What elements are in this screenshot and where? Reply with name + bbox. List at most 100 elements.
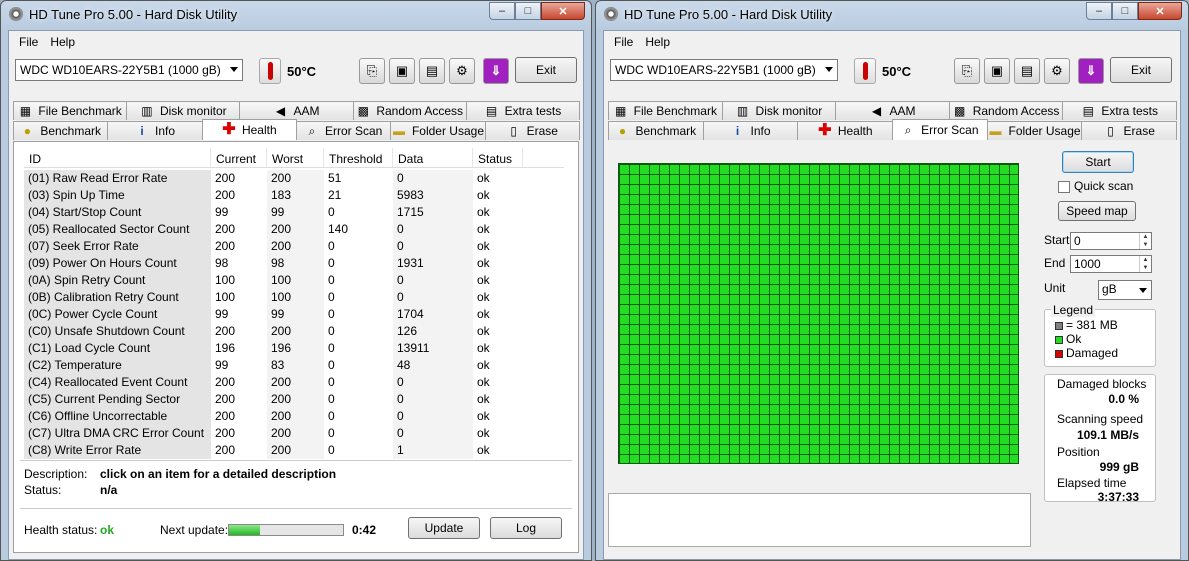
close-button[interactable]: ✕	[541, 2, 585, 20]
table-row[interactable]: (C6) Offline Uncorrectable 200 200 0 0 ok	[24, 408, 564, 425]
end-field-value: 1000	[1074, 257, 1101, 271]
tab-info[interactable]: i Info	[107, 121, 203, 140]
end-field[interactable]: 1000 ▲ ▼	[1070, 255, 1152, 273]
table-row[interactable]: (07) Seek Error Rate 200 200 0 0 ok	[24, 238, 564, 255]
tab-label: Error Scan	[324, 124, 383, 138]
title-bar[interactable]: HD Tune Pro 5.00 - Hard Disk Utility – □…	[1, 1, 591, 29]
table-row[interactable]: (05) Reallocated Sector Count 200 200 140 0 o…	[24, 221, 564, 238]
table-row[interactable]: (0C) Power Cycle Count 99 99 0 1704 ok	[24, 306, 564, 323]
start-field[interactable]: 0 ▲ ▼	[1070, 232, 1152, 250]
scan-log-box[interactable]	[608, 493, 1031, 547]
menu-bar: File Help	[9, 31, 583, 53]
client-area: File Help WDC WD10EARS-22Y5B1 (1000 gB) …	[8, 30, 584, 560]
copy-screenshot-icon[interactable]: ▣	[984, 58, 1010, 84]
spinner-arrows-icon[interactable]: ▲ ▼	[1139, 233, 1151, 249]
maximize-button[interactable]: □	[515, 2, 541, 20]
start-scan-button[interactable]: Start	[1062, 151, 1134, 173]
table-row[interactable]: (C0) Unsafe Shutdown Count 200 200 0 126 ok	[24, 323, 564, 340]
table-row[interactable]: (C1) Load Cycle Count 196 196 0 13911 ok	[24, 340, 564, 357]
options-icon[interactable]: ⚙	[449, 58, 475, 84]
close-button[interactable]: ✕	[1138, 2, 1182, 20]
copy-text-icon[interactable]: ⎘	[954, 58, 980, 84]
tab-benchmark[interactable]: ● Benchmark	[608, 121, 704, 140]
update-button[interactable]: Update	[408, 517, 480, 539]
tab-info[interactable]: i Info	[702, 121, 799, 140]
speed-map-button[interactable]: Speed map	[1058, 201, 1136, 221]
download-icon[interactable]: ⇓	[1078, 58, 1104, 84]
drive-select[interactable]: WDC WD10EARS-22Y5B1 (1000 gB)	[610, 59, 838, 81]
tab-error-scan[interactable]: ⌕ Error Scan	[295, 121, 392, 140]
column-header-threshold[interactable]: Threshold	[324, 148, 393, 167]
save-icon[interactable]: ▤	[419, 58, 445, 84]
tab-folder-usage[interactable]: ▬ Folder Usage	[390, 121, 486, 140]
column-header-current[interactable]: Current	[211, 148, 267, 167]
menu-file[interactable]: File	[608, 35, 639, 49]
tab-health[interactable]: ✚ Health	[797, 121, 894, 140]
save-icon[interactable]: ▤	[1014, 58, 1040, 84]
table-row[interactable]: (C7) Ultra DMA CRC Error Count 200 200 0 0 ok	[24, 425, 564, 442]
drive-select[interactable]: WDC WD10EARS-22Y5B1 (1000 gB)	[15, 59, 243, 81]
tab-file-benchmark[interactable]: ▦ File Benchmark	[13, 101, 128, 120]
tab-extra-tests[interactable]: ▤ Extra tests	[1062, 101, 1177, 120]
options-icon[interactable]: ⚙	[1044, 58, 1070, 84]
extra-tests-icon: ▤	[485, 104, 498, 118]
left-window: HD Tune Pro 5.00 - Hard Disk Utility – □…	[0, 0, 592, 561]
tab-erase[interactable]: ▯ Erase	[484, 121, 580, 140]
title-bar[interactable]: HD Tune Pro 5.00 - Hard Disk Utility – □…	[596, 1, 1188, 29]
download-icon[interactable]: ⇓	[483, 58, 509, 84]
tab-row-2: ● Benchmark i Info ✚ Health ⌕ Error Scan ▬ Fo…	[608, 119, 1178, 140]
log-button[interactable]: Log	[490, 517, 562, 539]
maximize-button[interactable]: □	[1112, 2, 1138, 20]
tab-aam[interactable]: ◀ AAM	[835, 101, 950, 120]
worst-cell: 200	[267, 425, 324, 442]
exit-button[interactable]: Exit	[515, 57, 577, 83]
table-row[interactable]: (C2) Temperature 99 83 0 48 ok	[24, 357, 564, 374]
tab-file-benchmark[interactable]: ▦ File Benchmark	[608, 101, 723, 120]
exit-button[interactable]: Exit	[1110, 57, 1172, 83]
quick-scan-checkbox[interactable]: Quick scan	[1058, 179, 1133, 193]
table-row[interactable]: (04) Start/Stop Count 99 99 0 1715 ok	[24, 204, 564, 221]
tab-label: Erase	[1123, 124, 1155, 138]
copy-screenshot-icon[interactable]: ▣	[389, 58, 415, 84]
tab-erase[interactable]: ▯ Erase	[1081, 121, 1178, 140]
tab-extra-tests[interactable]: ▤ Extra tests	[465, 101, 581, 120]
unit-select-value: gB	[1102, 282, 1117, 296]
table-row[interactable]: (C8) Write Error Rate 200 200 0 1 ok	[24, 442, 564, 459]
tab-disk-monitor[interactable]: ▥ Disk monitor	[126, 101, 241, 120]
attribute-id-cell: (C8) Write Error Rate	[24, 442, 211, 459]
tab-disk-monitor[interactable]: ▥ Disk monitor	[721, 101, 837, 120]
tab-aam[interactable]: ◀ AAM	[239, 101, 354, 120]
tab-random-access[interactable]: ▩ Random Access	[948, 101, 1064, 120]
copy-text-icon[interactable]: ⎘	[359, 58, 385, 84]
column-header-id[interactable]: ID	[24, 148, 211, 167]
legend-item-damaged: Damaged	[1055, 346, 1151, 360]
tab-benchmark[interactable]: ● Benchmark	[13, 121, 109, 140]
info-icon: i	[140, 124, 144, 138]
status-cell: ok	[477, 222, 490, 236]
current-cell: 200	[215, 324, 236, 338]
tab-health[interactable]: ✚ Health	[201, 119, 297, 140]
minimize-button[interactable]: –	[489, 2, 515, 20]
current-cell: 200	[215, 443, 236, 457]
column-header-worst[interactable]: Worst	[267, 148, 324, 167]
tab-error-scan[interactable]: ⌕ Error Scan	[892, 119, 988, 140]
tab-folder-usage[interactable]: ▬ Folder Usage	[986, 121, 1083, 140]
table-row[interactable]: (0B) Calibration Retry Count 100 100 0 0 ok	[24, 289, 564, 306]
table-row[interactable]: (C5) Current Pending Sector 200 200 0 0 ok	[24, 391, 564, 408]
table-row[interactable]: (03) Spin Up Time 200 183 21 5983 ok	[24, 187, 564, 204]
table-row[interactable]: (C4) Reallocated Event Count 200 200 0 0 ok	[24, 374, 564, 391]
menu-help[interactable]: Help	[639, 35, 676, 49]
table-row[interactable]: (09) Power On Hours Count 98 98 0 1931 ok	[24, 255, 564, 272]
menu-file[interactable]: File	[13, 35, 44, 49]
position-label: Position	[1057, 445, 1100, 459]
menu-help[interactable]: Help	[44, 35, 81, 49]
tab-random-access[interactable]: ▩ Random Access	[352, 101, 467, 120]
unit-select[interactable]: gB	[1098, 280, 1152, 300]
table-row[interactable]: (0A) Spin Retry Count 100 100 0 0 ok	[24, 272, 564, 289]
column-header-status[interactable]: Status	[473, 148, 523, 167]
spinner-arrows-icon[interactable]: ▲ ▼	[1139, 256, 1151, 272]
right-window: HD Tune Pro 5.00 - Hard Disk Utility – □…	[595, 0, 1189, 561]
minimize-button[interactable]: –	[1086, 2, 1112, 20]
table-row[interactable]: (01) Raw Read Error Rate 200 200 51 0 ok	[24, 170, 564, 187]
column-header-data[interactable]: Data	[393, 148, 473, 167]
